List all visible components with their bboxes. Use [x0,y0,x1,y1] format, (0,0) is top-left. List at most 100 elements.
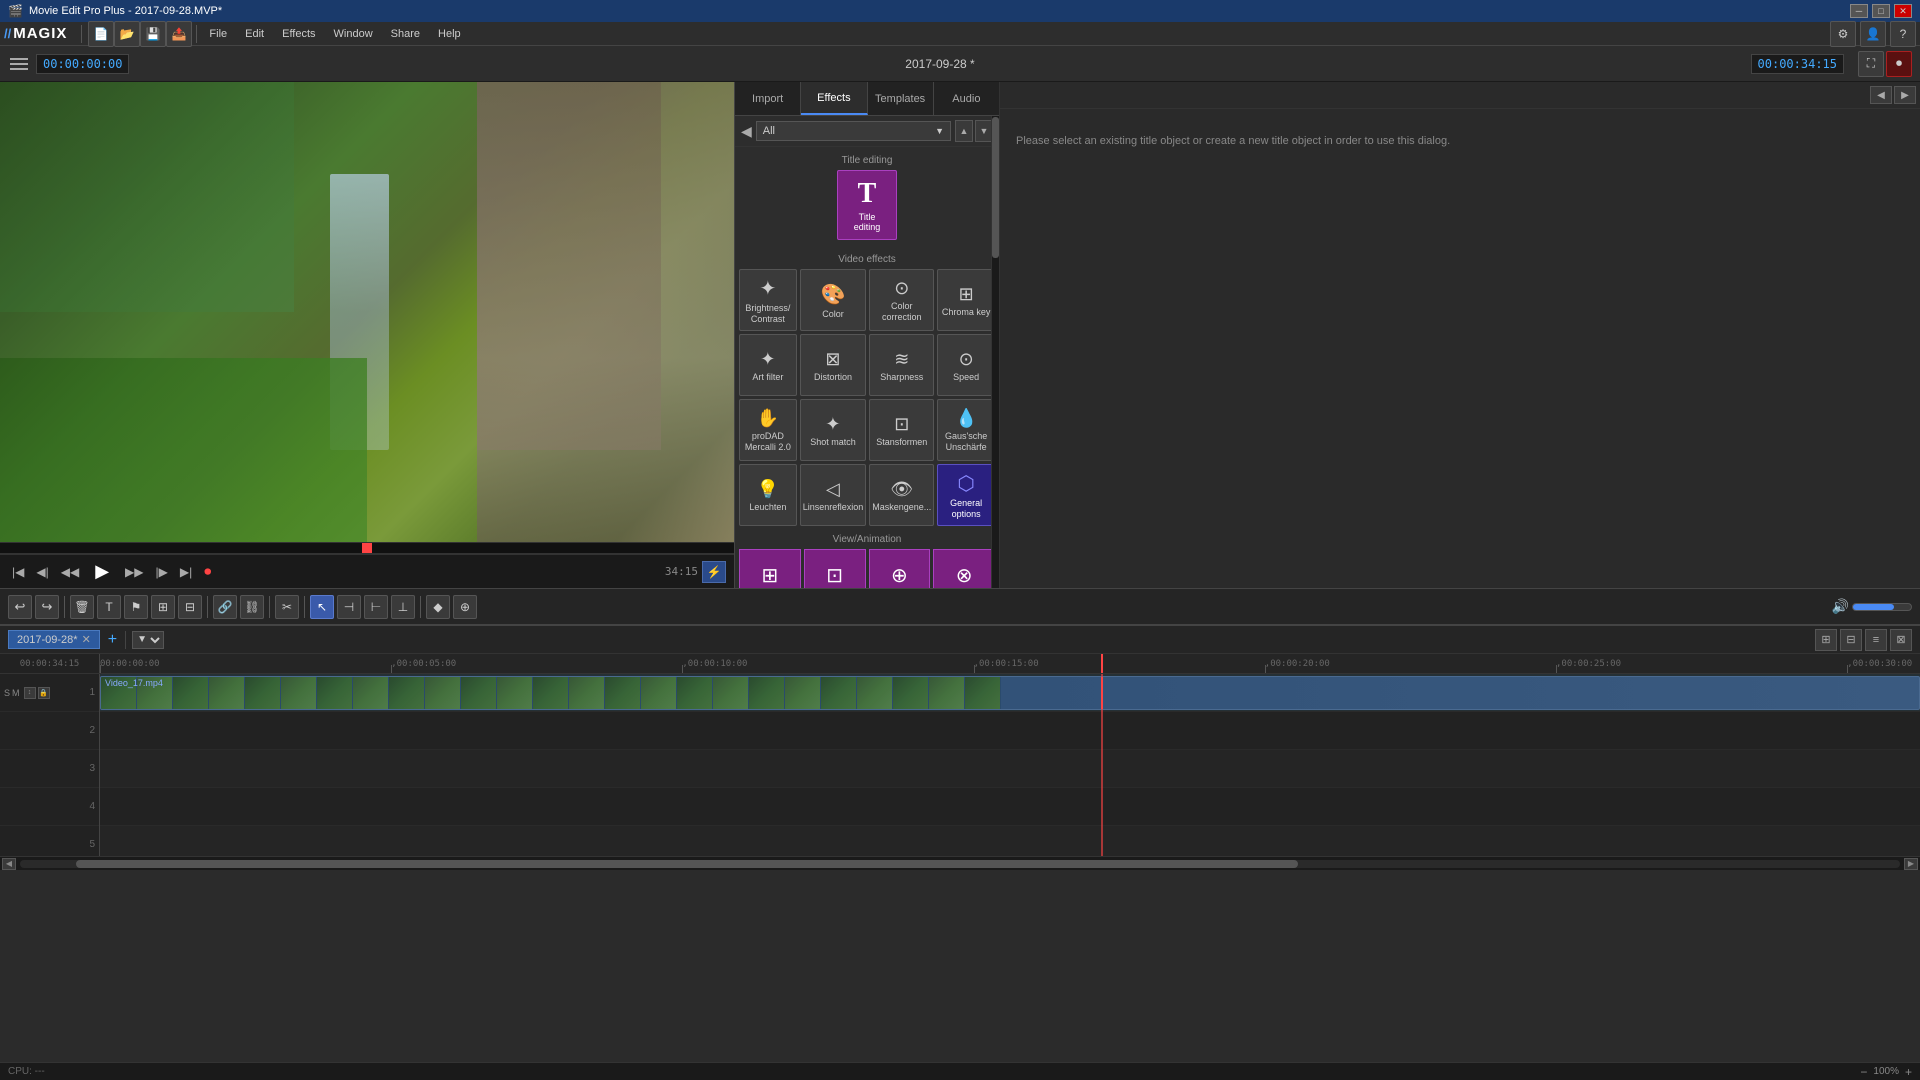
timecode-right[interactable]: 00:00:34:15 [1751,54,1844,74]
playhead[interactable] [1101,654,1103,673]
record-button[interactable]: ⏺ [200,561,215,582]
select-button[interactable]: ↖ [310,595,334,619]
effects-scrollbar[interactable] [991,116,999,588]
slip-button[interactable]: ⊥ [391,595,415,619]
marker-button[interactable]: ⚑ [124,595,148,619]
speed-cell[interactable]: ⊙ Speed [937,334,995,396]
info-prev-button[interactable]: ◀ [1870,86,1892,104]
chroma-key-cell[interactable]: ⊞ Chroma key [937,269,995,331]
volume-slider[interactable] [1852,603,1912,611]
track-1-vol[interactable]: ↕ [24,687,36,699]
export-button[interactable]: 📤 [166,21,192,47]
tab-import[interactable]: Import [735,82,801,115]
view-cell-3[interactable]: ⊕ [869,549,931,588]
insert-button[interactable]: ⊕ [453,595,477,619]
view-cell-2[interactable]: ⊡ [804,549,866,588]
scrollbar-thumb[interactable] [992,117,999,259]
timeline-view-2[interactable]: ⊟ [1840,629,1862,651]
link-button[interactable]: 🔗 [213,595,237,619]
sharpness-cell[interactable]: ≋ Sharpness [869,334,934,396]
menu-effects[interactable]: Effects [274,26,323,42]
play-button[interactable]: ▶ [91,559,113,584]
tab-audio[interactable]: Audio [934,82,999,115]
prev-marker-button[interactable]: ◀| [32,563,52,581]
brightness-contrast-cell[interactable]: ✦ Brightness/Contrast [739,269,797,331]
color-correction-cell[interactable]: ⊙ Colorcorrection [869,269,934,331]
redo-button[interactable]: ↪ [35,595,59,619]
scroll-left-button[interactable]: ◀ [2,858,16,870]
timeline-view-4[interactable]: ⊠ [1890,629,1912,651]
tab-templates[interactable]: Templates [868,82,934,115]
go-to-end-button[interactable]: ▶| [176,563,196,581]
undo-button[interactable]: ↩ [8,595,32,619]
timeline-tab[interactable]: 2017-09-28* ✕ [8,630,100,649]
scroll-right-button[interactable]: ▶ [1904,858,1918,870]
timeline-view-1[interactable]: ⊞ [1815,629,1837,651]
minimize-button[interactable]: ─ [1850,4,1868,18]
proDad-cell[interactable]: ✋ proDADMercalli 2.0 [739,399,797,461]
gaussian-cell[interactable]: 💧 Gaus'scheUnschärfe [937,399,995,461]
horizontal-scroll-thumb[interactable] [76,860,1298,868]
open-file-button[interactable]: 📂 [114,21,140,47]
go-to-start-button[interactable]: |◀ [8,563,28,581]
menu-help[interactable]: Help [430,26,469,42]
track-1-s[interactable]: S [4,688,10,698]
shot-match-cell[interactable]: ✦ Shot match [800,399,867,461]
prev-frame-button[interactable]: ◀◀ [57,563,83,581]
tab-effects[interactable]: Effects [801,82,867,115]
text-button[interactable]: T [97,595,121,619]
timeline-view-3[interactable]: ≡ [1865,629,1887,651]
razor-button[interactable]: ✂ [275,595,299,619]
transformations-cell[interactable]: ⊡ Stansformen [869,399,934,461]
settings-button[interactable]: ⚙ [1830,21,1856,47]
delete-button[interactable]: 🗑 [70,595,94,619]
view-cell-4[interactable]: ⊗ [933,549,995,588]
filter-dropdown[interactable]: All ▼ [756,121,951,141]
maximize-button[interactable]: □ [1872,4,1890,18]
color-cell[interactable]: 🎨 Color [800,269,867,331]
save-file-button[interactable]: 💾 [140,21,166,47]
menu-edit[interactable]: Edit [237,26,272,42]
dropdown-arrow[interactable]: ▼ [132,631,164,649]
art-filter-cell[interactable]: ✦ Art filter [739,334,797,396]
new-file-button[interactable]: 📄 [88,21,114,47]
menu-window[interactable]: Window [326,26,381,42]
track-1-m[interactable]: M [12,688,20,698]
keyframe-button[interactable]: ◆ [426,595,450,619]
unlink-button[interactable]: ⛓ [240,595,264,619]
fullscreen-button[interactable]: ⛶ [1858,51,1884,77]
general-options-cell[interactable]: ⬡ Generaloptions [937,464,995,526]
info-next-button[interactable]: ▶ [1894,86,1916,104]
view-cell-1[interactable]: ⊞ [739,549,801,588]
trim-button[interactable]: ⊢ [364,595,388,619]
record-button[interactable]: ⏺ [1886,51,1912,77]
video-clip-1[interactable]: Video_17.mp4 [100,676,1920,710]
hamburger-menu[interactable] [8,53,30,75]
timeline-close-button[interactable]: ✕ [82,633,91,646]
lightning-button[interactable]: ⚡ [702,561,726,583]
menu-file[interactable]: File [201,26,235,42]
split-button[interactable]: ⊣ [337,595,361,619]
help-button[interactable]: ? [1890,21,1916,47]
linsenreflexion-cell[interactable]: ◁ Linsenreflexion [800,464,867,526]
track-1-lock[interactable]: 🔒 [38,687,50,699]
maskengenee-cell[interactable]: 👁 Maskengene... [869,464,934,526]
horizontal-scroll-track[interactable] [20,860,1900,868]
account-button[interactable]: 👤 [1860,21,1886,47]
group-button[interactable]: ⊞ [151,595,175,619]
close-button[interactable]: ✕ [1894,4,1912,18]
timecode-left[interactable]: 00:00:00:00 [36,54,129,74]
leuchten-cell[interactable]: 💡 Leuchten [739,464,797,526]
scroll-up-button[interactable]: ▲ [955,120,973,142]
distortion-cell[interactable]: ⊠ Distortion [800,334,867,396]
zoom-in-button[interactable]: + [1905,1065,1912,1079]
color-correction-label: Colorcorrection [882,301,922,323]
title-editing-cell[interactable]: T Title editing [837,170,897,240]
zoom-out-button[interactable]: − [1860,1065,1867,1079]
menu-share[interactable]: Share [383,26,428,42]
add-timeline-button[interactable]: + [106,631,119,649]
ungroup-button[interactable]: ⊟ [178,595,202,619]
back-button[interactable]: ◀ [741,123,752,140]
next-frame-button[interactable]: ▶▶ [121,563,147,581]
next-marker-button[interactable]: |▶ [152,563,172,581]
